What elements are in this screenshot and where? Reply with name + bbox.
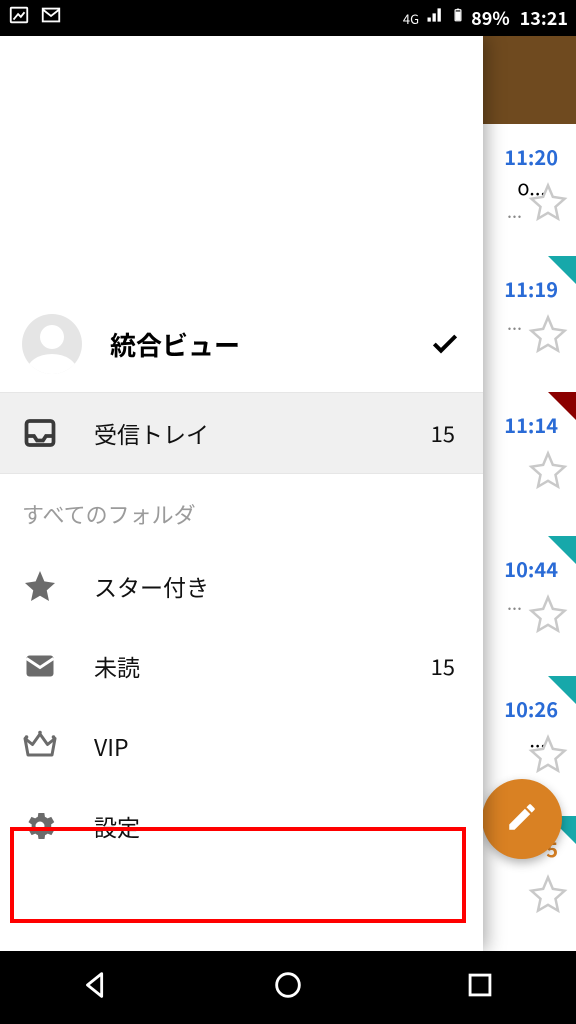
mail-time: 10:26 <box>504 694 558 723</box>
drawer-item-label: 受信トレイ <box>94 416 395 450</box>
mail-time: 10:44 <box>504 554 558 583</box>
screen: 4G 89% 13:21 11:20 o... ... 11:19 ... <box>0 0 576 1024</box>
account-row[interactable]: 統合ビュー <box>0 296 483 392</box>
inbox-icon <box>22 415 58 451</box>
network-type: 4G <box>403 9 419 28</box>
drawer-item-label: 未読 <box>94 649 395 683</box>
account-name: 統合ビュー <box>110 326 401 363</box>
mail-preview-ellipsis: ... <box>507 198 522 224</box>
pencil-icon <box>505 800 539 839</box>
picture-icon <box>8 4 30 32</box>
drawer-item-vip[interactable]: VIP <box>0 706 483 786</box>
star-icon[interactable] <box>528 874 568 914</box>
gear-icon <box>22 808 58 844</box>
star-icon[interactable] <box>528 594 568 634</box>
crown-icon <box>22 728 58 764</box>
status-left <box>8 4 62 32</box>
mail-time: 11:19 <box>504 274 558 303</box>
avatar <box>22 314 82 374</box>
mail-time: 11:14 <box>504 410 558 439</box>
recents-button[interactable] <box>463 968 497 1007</box>
mail-time: 11:20 <box>504 142 558 171</box>
mail-preview-ellipsis: ... <box>507 310 522 336</box>
mail-icon <box>22 648 58 684</box>
drawer-item-label: 設定 <box>94 809 461 843</box>
drawer-header <box>0 36 483 296</box>
back-button[interactable] <box>79 968 113 1007</box>
drawer-item-label: VIP <box>94 729 461 763</box>
gmail-icon <box>40 4 62 32</box>
system-nav-bar <box>0 951 576 1024</box>
mail-preview-ellipsis: ... <box>507 590 522 616</box>
battery-icon <box>451 4 465 32</box>
battery-percent: 89% <box>471 5 510 31</box>
drawer-section-title: すべてのフォルダ <box>0 474 483 546</box>
star-icon[interactable] <box>528 182 568 222</box>
star-icon[interactable] <box>528 734 568 774</box>
signal-icon <box>425 5 445 31</box>
status-right: 4G 89% 13:21 <box>403 4 568 32</box>
drawer-item-count: 15 <box>431 417 455 449</box>
drawer-item-unread[interactable]: 未読 15 <box>0 626 483 706</box>
clock: 13:21 <box>520 5 568 31</box>
compose-fab[interactable] <box>482 779 562 859</box>
drawer-item-label: スター付き <box>94 569 461 603</box>
home-button[interactable] <box>271 968 305 1007</box>
star-icon[interactable] <box>528 450 568 490</box>
check-icon <box>429 328 461 360</box>
navigation-drawer: 統合ビュー 受信トレイ 15 すべてのフォルダ スター付き 未読 <box>0 36 483 951</box>
star-icon <box>22 568 58 604</box>
status-bar: 4G 89% 13:21 <box>0 0 576 36</box>
drawer-item-starred[interactable]: スター付き <box>0 546 483 626</box>
drawer-item-inbox[interactable]: 受信トレイ 15 <box>0 393 483 473</box>
star-icon[interactable] <box>528 314 568 354</box>
drawer-item-count: 15 <box>431 650 455 682</box>
drawer-item-settings[interactable]: 設定 <box>0 786 483 866</box>
